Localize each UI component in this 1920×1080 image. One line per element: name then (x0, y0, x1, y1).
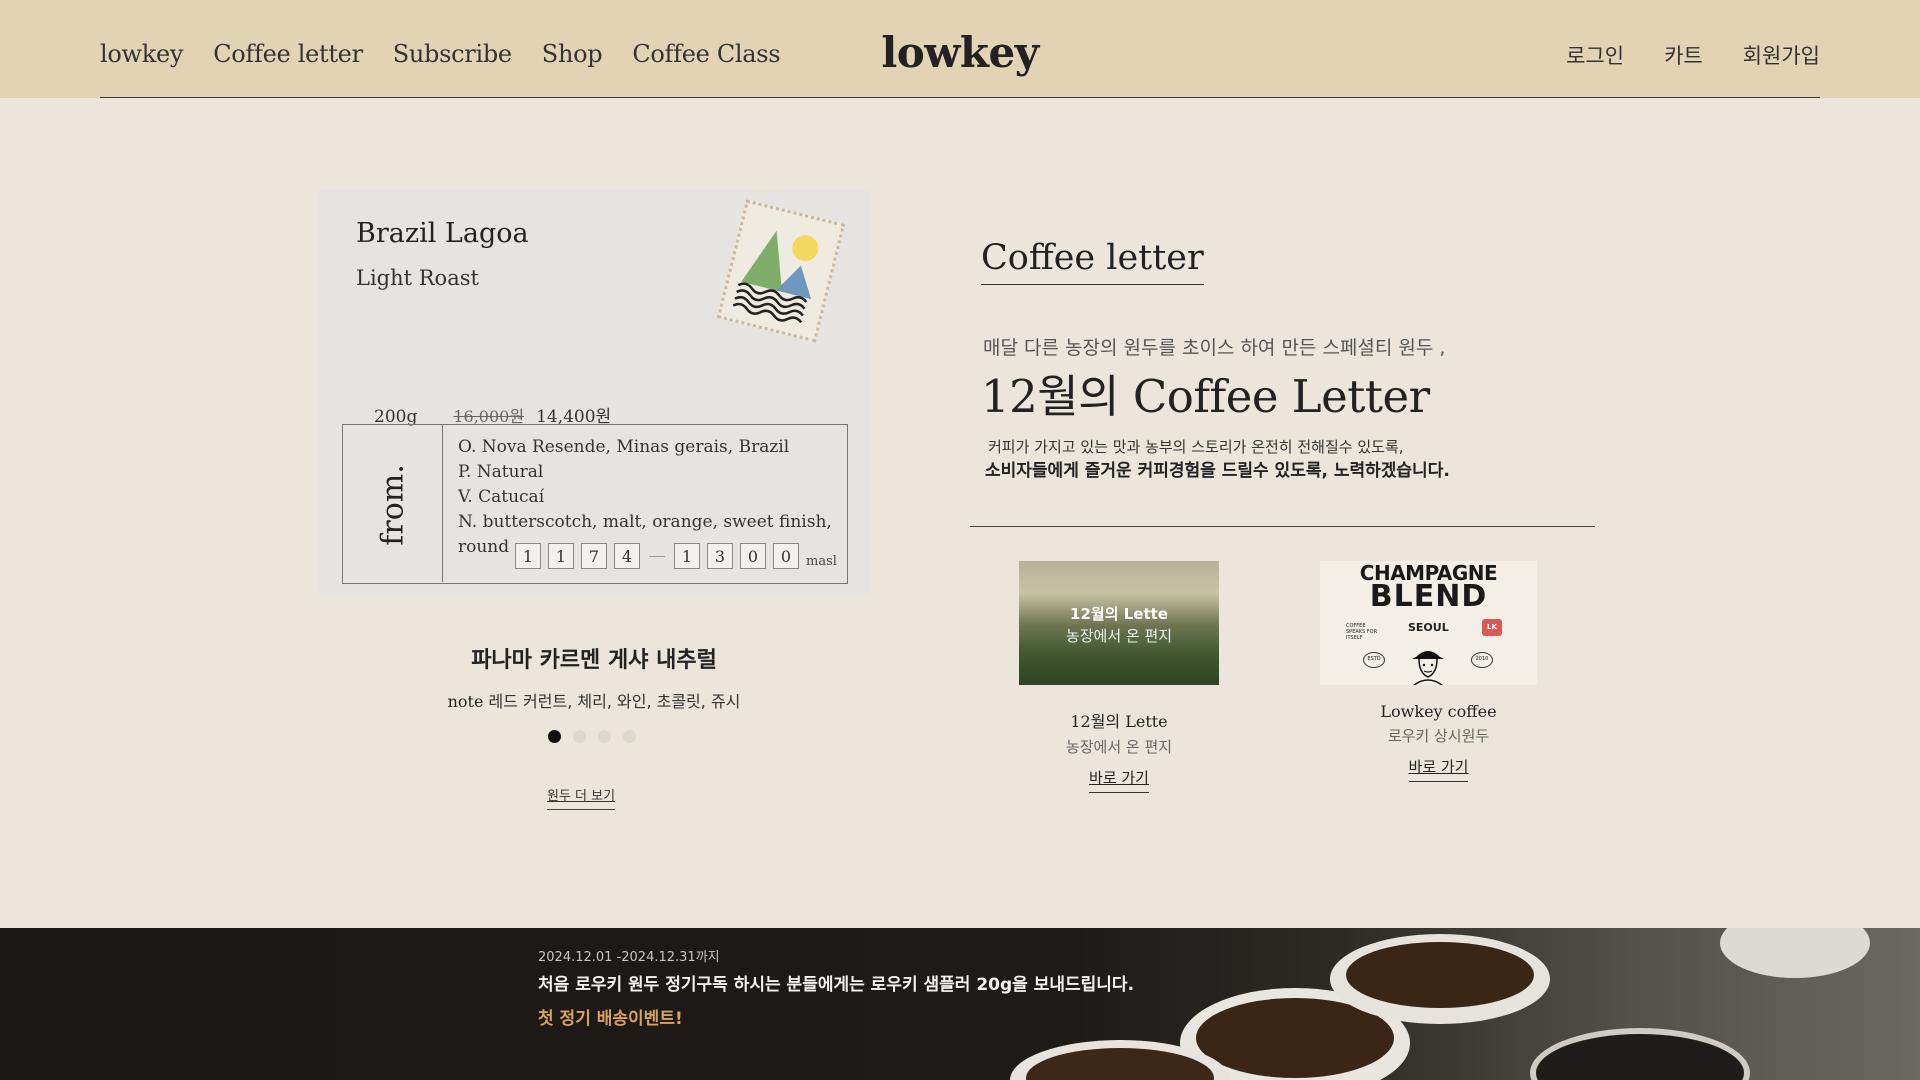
letter-description-1: 커피가 가지고 있는 맛과 농부의 스토리가 온전히 전해질수 있도록, (988, 438, 1404, 456)
primary-nav: lowkey Coffee letter Subscribe Shop Coff… (100, 40, 781, 68)
altitude-digit: 4 (614, 543, 640, 569)
letter-description-2: 소비자들에게 즐거운 커피경험을 드릴수 있도록, 노력하겠습니다. (985, 461, 1450, 481)
lowkey-coffee-goto-link[interactable]: 바로 가기 (1408, 756, 1469, 782)
more-beans-link[interactable]: 원두 더 보기 (547, 785, 616, 810)
cup-illustration (1720, 928, 1870, 978)
from-column: from. (343, 425, 443, 582)
cup-illustration (1530, 1028, 1750, 1080)
lowkey-coffee-caption: Lowkey coffee 로우키 상시원두 바로 가기 (1320, 702, 1557, 782)
lowkey-coffee-subtitle: 로우키 상시원두 (1387, 727, 1490, 745)
carousel-dot-3[interactable] (598, 730, 611, 743)
altitude-digit: 1 (515, 543, 541, 569)
farm-letter-image-subtitle: 농장에서 온 편지 (1065, 627, 1173, 645)
origin-line: O. Nova Resende, Minas gerais, Brazil (458, 437, 790, 457)
farm-letter-caption: 12월의 Lette 농장에서 온 편지 바로 가기 (1019, 708, 1219, 793)
account-nav: 로그인 카트 회원가입 (1566, 40, 1820, 70)
lk-badge: LK (1482, 619, 1502, 636)
altitude-digit: 7 (581, 543, 607, 569)
altitude-unit: masl (806, 554, 837, 569)
event-description: 처음 로우키 원두 정기구독 하시는 분들에게는 로우키 샘플러 20g을 보내… (538, 975, 1135, 995)
process-line: P. Natural (458, 462, 544, 482)
nav-link-subscribe[interactable]: Subscribe (393, 40, 512, 68)
champagne-blend-image[interactable]: CHAMPAGNE BLEND COFFEE SPEAKS FOR ITSELF… (1320, 561, 1537, 685)
variety-line: V. Catucaí (458, 487, 545, 507)
cart-link[interactable]: 카트 (1664, 40, 1703, 70)
altitude-dash (649, 555, 665, 557)
note-text: 레드 커런트, 체리, 와인, 초콜릿, 쥬시 (488, 692, 741, 711)
farm-letter-image[interactable]: 12월의 Lette 농장에서 온 편지 (1019, 561, 1219, 685)
product-roast: Light Roast (356, 266, 479, 290)
nav-link-coffee-class[interactable]: Coffee Class (632, 40, 780, 68)
blend-tagline: COFFEE SPEAKS FOR ITSELF (1346, 623, 1378, 641)
estd-oval: ESTD (1363, 652, 1385, 668)
event-title: 첫 정기 배송이벤트! (538, 1009, 683, 1029)
nav-link-shop[interactable]: Shop (542, 40, 603, 68)
altitude-digit: 0 (773, 543, 799, 569)
mountain-stamp-icon (732, 230, 819, 324)
stamp-illustration (716, 199, 846, 343)
featured-bean-notes: note 레드 커런트, 체리, 와인, 초콜릿, 쥬시 (318, 688, 870, 712)
farm-letter-title: 12월의 Lette (1070, 712, 1168, 731)
login-link[interactable]: 로그인 (1566, 40, 1624, 70)
year-oval: 2010 (1471, 652, 1493, 668)
farm-letter-subtitle: 농장에서 온 편지 (1065, 738, 1173, 756)
carousel-dots (548, 730, 636, 743)
letter-intro: 매달 다른 농장의 원두를 초이스 하여 만든 스페셜티 원두 , (983, 337, 1446, 359)
origin-details: O. Nova Resende, Minas gerais, Brazil P.… (458, 435, 847, 560)
blend-label-line2: BLEND (1369, 579, 1488, 614)
barista-face-icon (1412, 651, 1444, 685)
signup-link[interactable]: 회원가입 (1743, 40, 1820, 70)
carousel-dot-2[interactable] (573, 730, 586, 743)
lowkey-coffee-title: Lowkey coffee (1380, 702, 1497, 721)
event-period: 2024.12.01 -2024.12.31까지 (538, 950, 720, 965)
product-name: Brazil Lagoa (356, 218, 529, 249)
brand-logo[interactable]: lowkey (881, 28, 1039, 77)
note-label: note (447, 692, 484, 711)
farm-letter-image-title: 12월의 Lette (1070, 605, 1168, 623)
featured-bean-title[interactable]: 파나마 카르멘 게샤 내추럴 (318, 642, 870, 674)
product-card[interactable]: Brazil Lagoa Light Roast 200g 16,000원 14… (318, 190, 870, 596)
from-label: from. (375, 464, 411, 546)
letter-divider (970, 526, 1595, 527)
altitude-digit: 1 (674, 543, 700, 569)
coffee-letter-heading: Coffee letter (981, 238, 1204, 285)
cup-coffee (1346, 942, 1534, 1008)
altitude-digit: 3 (707, 543, 733, 569)
origin-box: from. O. Nova Resende, Minas gerais, Bra… (342, 424, 848, 584)
site-header: lowkey Coffee letter Subscribe Shop Coff… (0, 0, 1920, 98)
carousel-dot-4[interactable] (623, 730, 636, 743)
blend-city: SEOUL (1408, 621, 1449, 634)
carousel-dot-1[interactable] (548, 730, 561, 743)
letter-title: 12월의 Coffee Letter (981, 370, 1430, 423)
subscription-event-banner[interactable]: 2024.12.01 -2024.12.31까지 처음 로우키 원두 정기구독 … (0, 928, 1920, 1080)
nav-link-lowkey[interactable]: lowkey (100, 40, 183, 68)
main-content: Brazil Lagoa Light Roast 200g 16,000원 14… (0, 98, 1920, 928)
farm-letter-goto-link[interactable]: 바로 가기 (1089, 767, 1149, 793)
altitude-digit: 0 (740, 543, 766, 569)
nav-link-coffee-letter[interactable]: Coffee letter (213, 40, 363, 68)
altitude-digit: 1 (548, 543, 574, 569)
altitude-row: 1 1 7 4 1 3 0 0 masl (515, 543, 837, 569)
